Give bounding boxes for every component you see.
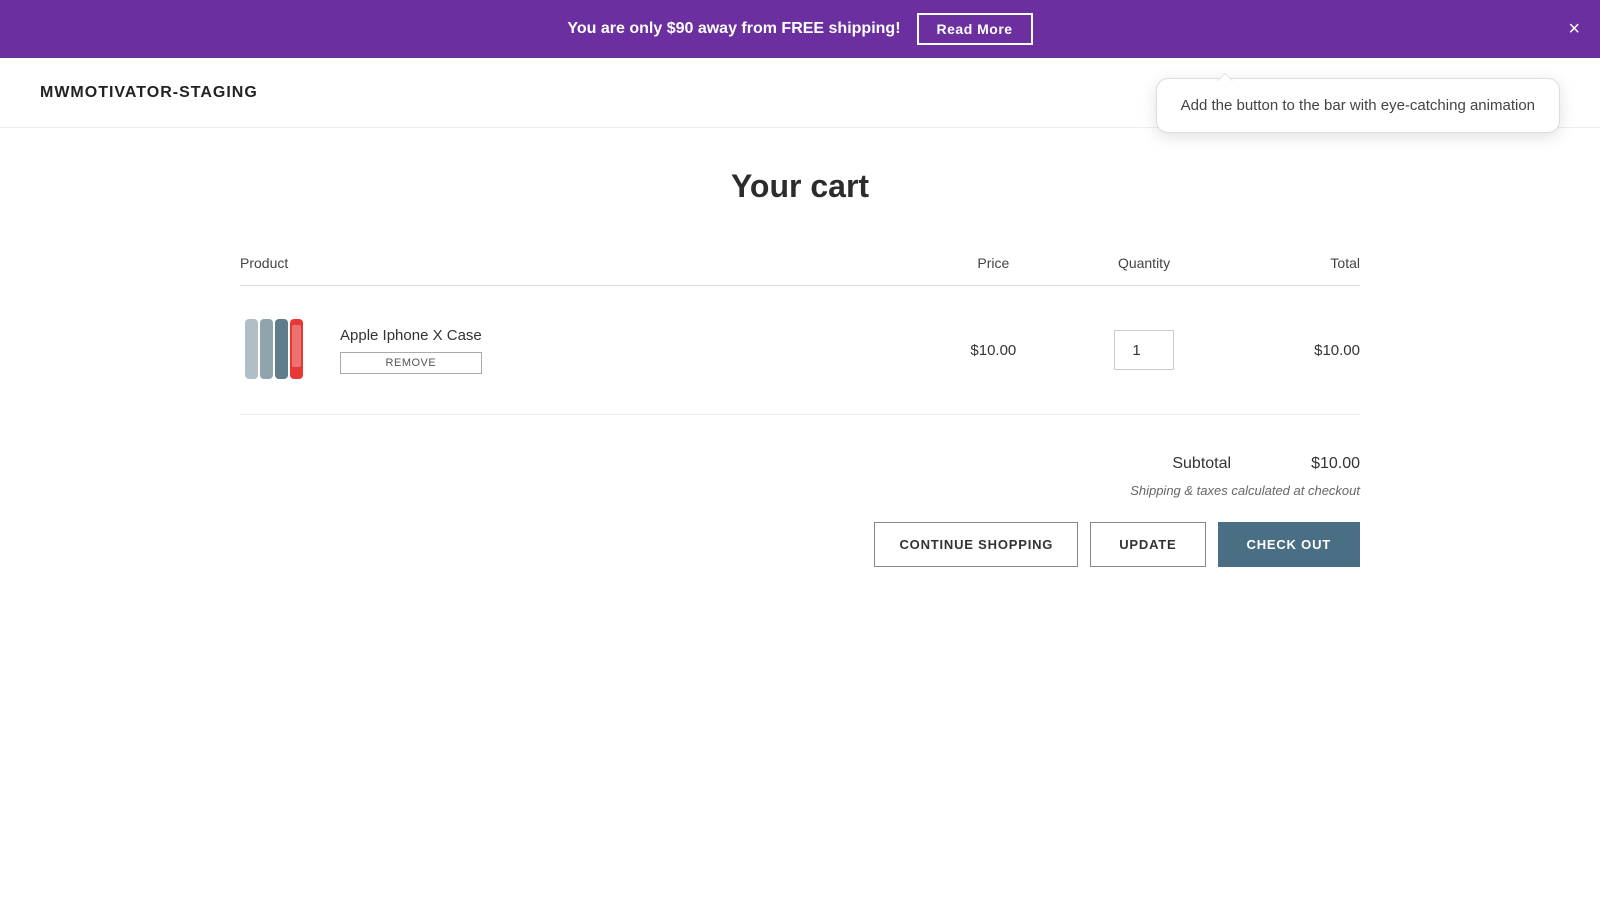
action-buttons: CONTINUE SHOPPING UPDATE CHECK OUT — [240, 522, 1360, 567]
banner-message: You are only $90 away from FREE shipping… — [567, 20, 900, 38]
tooltip-bubble: Add the button to the bar with eye-catch… — [1156, 78, 1560, 133]
cart-table: Product Price Quantity Total — [240, 255, 1360, 415]
col-header-price: Price — [928, 255, 1059, 286]
shipping-note: Shipping & taxes calculated at checkout — [1130, 483, 1360, 498]
col-header-total: Total — [1229, 255, 1360, 286]
product-cell: Apple Iphone X Case REMOVE — [240, 310, 928, 390]
col-header-product: Product — [240, 255, 928, 286]
tooltip-text: Add the button to the bar with eye-catch… — [1181, 97, 1535, 114]
read-more-button[interactable]: Read More — [917, 13, 1033, 45]
table-row: Apple Iphone X Case REMOVE $10.00 $10.00 — [240, 286, 1360, 415]
tooltip-container: Add the button to the bar with eye-catch… — [1156, 78, 1560, 133]
product-quantity-cell — [1059, 286, 1230, 415]
col-header-quantity: Quantity — [1059, 255, 1230, 286]
product-total: $10.00 — [1229, 286, 1360, 415]
product-image-svg — [241, 311, 319, 389]
product-image — [240, 310, 320, 390]
subtotal-label: Subtotal — [1172, 455, 1231, 473]
page-title: Your cart — [240, 168, 1360, 205]
subtotal-row: Subtotal $10.00 — [1172, 455, 1360, 473]
product-info: Apple Iphone X Case REMOVE — [340, 327, 482, 374]
promo-banner: You are only $90 away from FREE shipping… — [0, 0, 1600, 58]
site-header: MWMOTIVATOR-STAGING Home Catalog Add the… — [0, 58, 1600, 128]
checkout-button[interactable]: CHECK OUT — [1218, 522, 1360, 567]
remove-button[interactable]: REMOVE — [340, 352, 482, 374]
subtotal-section: Subtotal $10.00 Shipping & taxes calcula… — [240, 455, 1360, 498]
main-content: Your cart Product Price Quantity Total — [200, 128, 1400, 607]
product-price: $10.00 — [928, 286, 1059, 415]
continue-shopping-button[interactable]: CONTINUE SHOPPING — [874, 522, 1078, 567]
product-name: Apple Iphone X Case — [340, 327, 482, 344]
quantity-input[interactable] — [1114, 330, 1174, 370]
site-logo: MWMOTIVATOR-STAGING — [40, 84, 258, 102]
subtotal-value: $10.00 — [1311, 455, 1360, 473]
banner-close-button[interactable]: × — [1568, 19, 1580, 39]
update-button[interactable]: UPDATE — [1090, 522, 1205, 567]
